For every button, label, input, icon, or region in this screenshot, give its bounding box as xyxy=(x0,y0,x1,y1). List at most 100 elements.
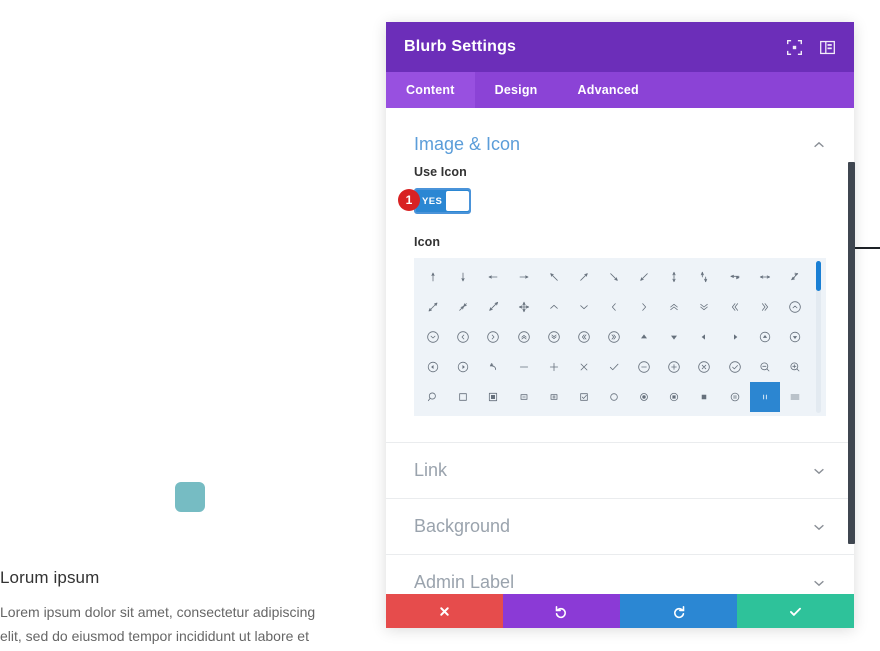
save-button[interactable] xyxy=(737,594,854,628)
icon-option-arrow-up-left-icon[interactable] xyxy=(539,262,569,292)
icon-option-minus-icon[interactable] xyxy=(508,352,538,382)
icon-option-circle-caret-down-icon[interactable] xyxy=(780,322,810,352)
section-background-title: Background xyxy=(414,516,511,536)
section-admin-label-title: Admin Label xyxy=(414,572,515,592)
icon-option-arrow-left-icon[interactable] xyxy=(478,262,508,292)
tab-design[interactable]: Design xyxy=(475,72,558,108)
icon-option-square-filled-icon[interactable] xyxy=(478,382,508,412)
icon-option-circle-chevrons-left-icon[interactable] xyxy=(569,322,599,352)
icon-option-arrow-down-right-icon[interactable] xyxy=(599,262,629,292)
tab-content[interactable]: Content xyxy=(386,72,475,108)
icon-field: Icon xyxy=(386,235,854,249)
icon-option-arrow-vertical-icon[interactable] xyxy=(659,262,689,292)
icon-option-zoom-out-icon[interactable] xyxy=(750,352,780,382)
icon-option-check-icon[interactable] xyxy=(599,352,629,382)
icon-option-circle-minus-icon[interactable] xyxy=(629,352,659,382)
icon-grid-scrollbar-thumb[interactable] xyxy=(816,261,821,291)
icon-option-arrow-up-icon[interactable] xyxy=(418,262,448,292)
icon-option-chevrons-down-icon[interactable] xyxy=(689,292,719,322)
icon-option-pause-icon[interactable] xyxy=(749,382,780,412)
icon-option-circle-check-icon[interactable] xyxy=(720,352,750,382)
icon-option-circle-chevron-right-icon[interactable] xyxy=(478,322,508,352)
icon-option-checkbox-checked-icon[interactable] xyxy=(569,382,599,412)
icon-option-chevron-down-icon[interactable] xyxy=(569,292,599,322)
icon-option-arrow-vertical-alt-icon[interactable] xyxy=(689,262,719,292)
icon-option-square-plus-icon[interactable] xyxy=(539,382,569,412)
icon-option-circle-chevron-up-icon[interactable] xyxy=(780,292,810,322)
chevron-up-icon[interactable] xyxy=(812,138,826,152)
icon-option-search-icon[interactable] xyxy=(418,382,448,412)
icon-option-square-outline-icon[interactable] xyxy=(448,382,478,412)
icon-option-circle-chevrons-up-icon[interactable] xyxy=(508,322,538,352)
cancel-button[interactable] xyxy=(386,594,503,628)
modal-body: Image & Icon Use Icon 1 YES Icon Link Ba… xyxy=(386,108,854,594)
use-icon-field: Use Icon 1 YES xyxy=(386,165,854,218)
icon-option-circle-chevrons-right-icon[interactable] xyxy=(599,322,629,352)
chevron-down-icon[interactable] xyxy=(812,464,826,478)
section-admin-label-header[interactable]: Admin Label xyxy=(386,555,854,594)
icon-option-zoom-in-icon[interactable] xyxy=(780,352,810,382)
icon-option-arrow-horizontal-alt-icon[interactable] xyxy=(750,262,780,292)
blurb-image-placeholder xyxy=(175,482,205,512)
tab-advanced[interactable]: Advanced xyxy=(558,72,659,108)
icon-option-circle-stop-icon[interactable] xyxy=(659,382,689,412)
icon-option-circle-chevron-down-icon[interactable] xyxy=(418,322,448,352)
icon-option-chevron-right-icon[interactable] xyxy=(629,292,659,322)
icon-option-arrows-expand-diagonal-icon[interactable] xyxy=(418,292,448,322)
icon-option-arrow-diagonal-icon[interactable] xyxy=(780,262,810,292)
chevron-down-icon[interactable] xyxy=(812,520,826,534)
icon-option-circle-dot-icon[interactable] xyxy=(629,382,659,412)
icon-option-plus-icon[interactable] xyxy=(539,352,569,382)
icon-option-arrow-up-right-icon[interactable] xyxy=(569,262,599,292)
layout-panel-icon[interactable] xyxy=(819,39,836,56)
icon-option-arrows-move-icon[interactable] xyxy=(508,292,538,322)
blurb-body-text: Lorem ipsum dolor sit amet, consectetur … xyxy=(0,604,316,645)
undo-button[interactable] xyxy=(503,594,620,628)
icon-grid xyxy=(414,258,826,416)
icon-option-circle-caret-left-icon[interactable] xyxy=(418,352,448,382)
modal-header-actions xyxy=(786,39,836,56)
screen: Lorum ipsum Lorem ipsum dolor sit amet, … xyxy=(0,0,880,651)
toggle-knob xyxy=(446,191,469,211)
section-title: Image & Icon xyxy=(414,134,521,154)
icon-option-caret-left-icon[interactable] xyxy=(689,322,719,352)
icon-option-chevron-left-icon[interactable] xyxy=(599,292,629,322)
icon-option-circle-x-icon[interactable] xyxy=(689,352,719,382)
icon-option-square-minus-icon[interactable] xyxy=(508,382,538,412)
section-link-header[interactable]: Link xyxy=(386,443,854,499)
icon-option-arrow-right-icon[interactable] xyxy=(508,262,538,292)
icon-option-stop-square-filled-icon[interactable] xyxy=(689,382,719,412)
icon-option-caret-down-icon[interactable] xyxy=(659,322,689,352)
icon-option-chevrons-left-icon[interactable] xyxy=(720,292,750,322)
icon-option-circle-pause-icon[interactable] xyxy=(720,382,750,412)
use-icon-toggle[interactable]: YES xyxy=(414,188,471,214)
icon-option-caret-right-icon[interactable] xyxy=(720,322,750,352)
icon-option-circle-outline-icon[interactable] xyxy=(599,382,629,412)
icon-option-circle-play-icon[interactable] xyxy=(448,352,478,382)
icon-option-arrows-contract-icon[interactable] xyxy=(448,292,478,322)
icon-option-caret-up-icon[interactable] xyxy=(629,322,659,352)
modal-scrollbar[interactable] xyxy=(848,162,855,544)
chevron-down-icon[interactable] xyxy=(812,576,826,590)
icon-option-circle-chevrons-down-icon[interactable] xyxy=(539,322,569,352)
section-background-header[interactable]: Background xyxy=(386,499,854,555)
icon-option-circle-chevron-left-icon[interactable] xyxy=(448,322,478,352)
icon-option-menu-lines-icon[interactable] xyxy=(780,382,810,412)
icon-option-circle-plus-icon[interactable] xyxy=(659,352,689,382)
icon-option-arrow-down-left-icon[interactable] xyxy=(629,262,659,292)
blurb-preview: Lorum ipsum Lorem ipsum dolor sit amet, … xyxy=(0,470,380,651)
icon-option-close-x-icon[interactable] xyxy=(569,352,599,382)
section-link-title: Link xyxy=(414,460,448,480)
icon-option-arrow-horizontal-icon[interactable] xyxy=(720,262,750,292)
icon-option-chevrons-right-icon[interactable] xyxy=(750,292,780,322)
icon-option-arrow-down-icon[interactable] xyxy=(448,262,478,292)
icon-option-undo-arrow-icon[interactable] xyxy=(478,352,508,382)
modal-title: Blurb Settings xyxy=(404,38,517,55)
icon-option-chevron-up-icon[interactable] xyxy=(539,292,569,322)
redo-button[interactable] xyxy=(620,594,737,628)
fullscreen-icon[interactable] xyxy=(786,39,803,56)
icon-option-arrows-expand-icon[interactable] xyxy=(478,292,508,322)
section-image-and-icon-header[interactable]: Image & Icon xyxy=(386,108,854,165)
icon-option-circle-caret-up-icon[interactable] xyxy=(750,322,780,352)
icon-option-chevrons-up-icon[interactable] xyxy=(659,292,689,322)
